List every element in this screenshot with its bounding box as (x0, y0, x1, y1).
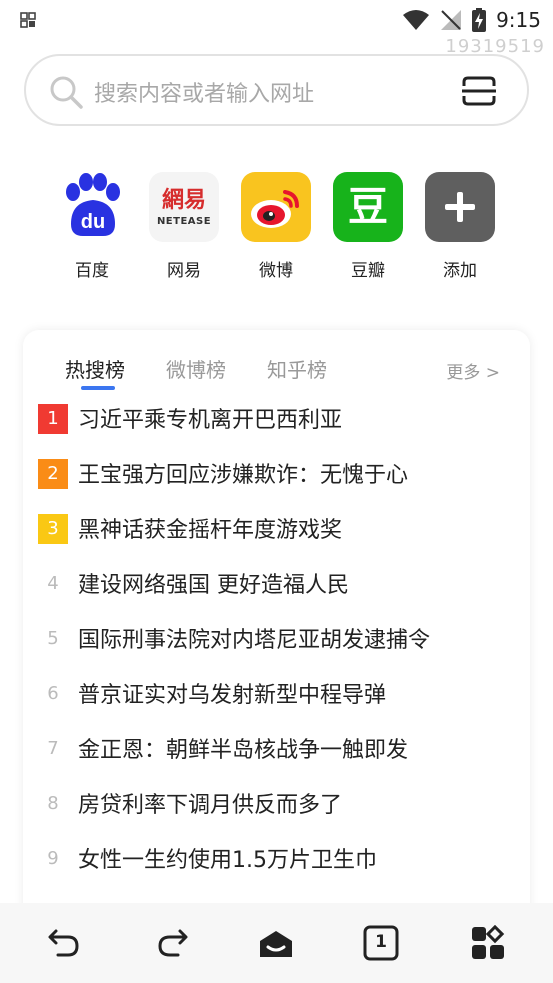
wifi-icon (403, 10, 430, 30)
list-item-title: 房贷利率下调月供反而多了 (78, 793, 343, 818)
rank-badge: 3 (38, 514, 68, 544)
back-icon[interactable] (46, 925, 82, 961)
shortcut-weibo[interactable]: 微博 (230, 172, 322, 281)
tabs-button[interactable]: 1 (363, 925, 399, 961)
list-item-title: 女性一生约使用1.5万片卫生巾 (78, 848, 377, 873)
shortcut-douban[interactable]: 豆 豆瓣 (322, 172, 414, 281)
search-input[interactable]: 搜索内容或者输入网址 (24, 54, 529, 126)
list-item[interactable]: 7 金正恩：朝鲜半岛核战争一触即发 (23, 720, 530, 775)
list-item[interactable]: 4 建设网络强国 更好造福人民 (23, 555, 530, 610)
shortcut-add[interactable]: 添加 (414, 172, 506, 281)
more-link[interactable]: 更多 > (446, 358, 500, 383)
scan-icon[interactable] (461, 76, 497, 106)
weibo-icon (241, 172, 311, 242)
list-item[interactable]: 5 国际刑事法院对内塔尼亚胡发逮捕令 (23, 610, 530, 665)
plus-icon (425, 172, 495, 242)
list-item-title: 王宝强方回应涉嫌欺诈：无愧于心 (78, 463, 409, 488)
list-item[interactable]: 8 房贷利率下调月供反而多了 (23, 775, 530, 830)
home-icon[interactable] (258, 925, 294, 961)
list-item-title: 黑神话获金摇杆年度游戏奖 (78, 518, 343, 543)
tab-zhihu[interactable]: 知乎榜 (267, 354, 327, 383)
list-item[interactable]: 3 黑神话获金摇杆年度游戏奖 (23, 500, 530, 555)
shortcut-grid: du 百度 網易 NETEASE 网易 微博 豆 豆瓣 添加 (0, 172, 553, 282)
rank-number: 4 (47, 573, 59, 594)
shortcut-netease[interactable]: 網易 NETEASE 网易 (138, 172, 230, 281)
svg-text:du: du (81, 211, 105, 233)
list-item[interactable]: 2 王宝强方回应涉嫌欺诈：无愧于心 (23, 445, 530, 500)
status-bar: 9:15 (0, 0, 553, 40)
search-icon (50, 76, 83, 109)
list-item-title: 习近平乘专机离开巴西利亚 (78, 408, 343, 433)
rank-badge: 2 (38, 459, 68, 489)
shortcut-baidu[interactable]: du 百度 (46, 172, 138, 281)
list-item[interactable]: 1 习近平乘专机离开巴西利亚 (23, 390, 530, 445)
rank-number: 7 (47, 738, 59, 759)
status-time: 9:15 (496, 8, 541, 32)
list-item-title: 金正恩：朝鲜半岛核战争一触即发 (78, 738, 409, 763)
tab-weibo[interactable]: 微博榜 (166, 354, 226, 383)
list-item[interactable]: 9 女性一生约使用1.5万片卫生巾 (23, 830, 530, 885)
list-item[interactable]: 6 普京证实对乌发射新型中程导弹 (23, 665, 530, 720)
tab-hot-search[interactable]: 热搜榜 (65, 354, 125, 383)
tab-count: 1 (375, 932, 387, 952)
hot-list-card: 热搜榜 微博榜 知乎榜 更多 > 1 习近平乘专机离开巴西利亚 2 王宝强方回应… (23, 330, 530, 950)
list-item-title: 国际刑事法院对内塔尼亚胡发逮捕令 (78, 628, 431, 653)
rank-number: 5 (47, 628, 59, 649)
battery-charging-icon (472, 8, 487, 32)
rank-number: 9 (47, 848, 59, 869)
no-signal-icon (441, 10, 462, 30)
rank-badge: 1 (38, 404, 68, 434)
list-item-title: 普京证实对乌发射新型中程导弹 (78, 683, 387, 708)
rank-number: 6 (47, 683, 59, 704)
rank-number: 8 (47, 793, 59, 814)
menu-grid-icon[interactable] (470, 925, 506, 961)
netease-icon: 網易 NETEASE (149, 172, 219, 242)
search-placeholder: 搜索内容或者输入网址 (94, 82, 315, 107)
forward-icon[interactable] (154, 925, 190, 961)
bottom-nav: 1 (0, 903, 553, 983)
app-grid-icon (20, 12, 36, 28)
baidu-icon: du (57, 172, 127, 242)
douban-icon: 豆 (333, 172, 403, 242)
list-item-title: 建设网络强国 更好造福人民 (78, 573, 349, 598)
